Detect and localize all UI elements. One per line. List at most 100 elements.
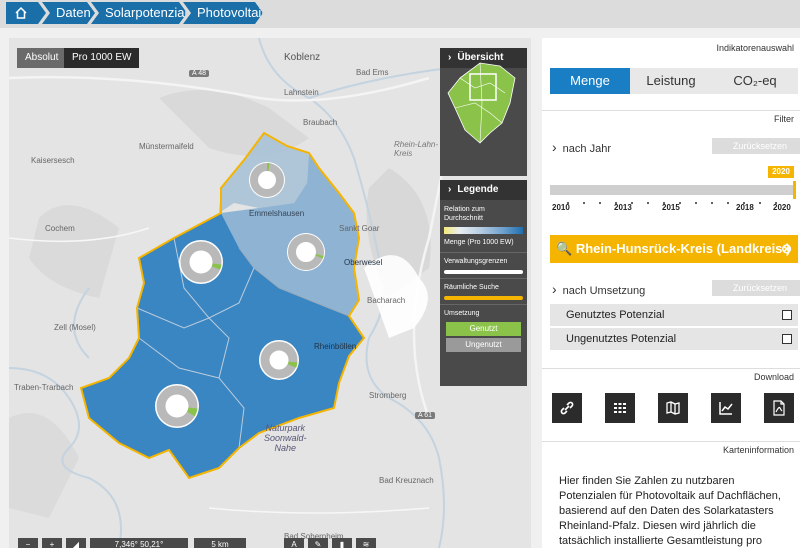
label-zell: Zell (Mosel) [54, 323, 96, 332]
clear-search-icon[interactable]: ⊗ [781, 235, 792, 263]
checkbox-genutzt[interactable] [782, 310, 792, 320]
map-view[interactable]: Absolut Pro 1000 EW Koblenz Bad Ems Lahn… [9, 38, 531, 548]
donut-marker-emmelshausen [287, 233, 325, 271]
legend-genutzt-button[interactable]: Genutzt [446, 322, 521, 336]
bookmark-button[interactable]: ▮ [332, 538, 352, 548]
home-icon [14, 7, 28, 23]
legend-panel: › Legende Relation zum Durchschnitt Menge… [440, 180, 527, 386]
layers-button[interactable]: ≋ [356, 538, 376, 548]
label-kaisersesch: Kaisersesch [31, 156, 75, 165]
label-traben-trarbach: Traben-Trarbach [14, 383, 74, 392]
year-tick-2010: 2010 [552, 203, 570, 212]
label-rheinboellen: Rheinböllen [314, 342, 357, 351]
year-slider-handle[interactable] [793, 181, 796, 199]
label-rhein-lahn-kreis: Rhein-Lahn- Kreis [394, 140, 439, 158]
label-stromberg: Stromberg [369, 391, 407, 400]
legend-umsetzung: Umsetzung [444, 310, 480, 317]
label-bad-kreuznach: Bad Kreuznach [379, 476, 434, 485]
grid-icon [614, 403, 626, 413]
right-panel: Indikatorenauswahl Menge Leistung CO₂-eq… [542, 38, 800, 548]
toggle-absolut[interactable]: Absolut [17, 48, 67, 68]
year-tick-2018: 2018 [736, 203, 754, 212]
download-map-button[interactable] [658, 393, 688, 423]
checkbox-row-ungenutzt[interactable]: Ungenutztes Potenzial [550, 328, 798, 350]
year-selected-badge: 2020 [768, 166, 794, 178]
road-a61: A 61 [415, 412, 436, 419]
chevron-right-icon: › [552, 281, 557, 297]
download-chart-button[interactable] [711, 393, 741, 423]
label-cochem: Cochem [45, 224, 75, 233]
karteninfo-text: Hier finden Sie Zahlen zu nutzbaren Pote… [559, 475, 781, 547]
filter-nach-umsetzung-label: nach Umsetzung [562, 285, 646, 297]
label-oberwesel: Oberwesel [344, 258, 383, 267]
map-icon [666, 401, 680, 415]
toggle-pro-1000-ew[interactable]: Pro 1000 EW [64, 48, 140, 68]
legend-gradient [444, 227, 523, 234]
legend-title: Legende [457, 184, 499, 195]
road-a48: A 48 [189, 70, 210, 77]
checkbox-row-genutzt[interactable]: Genutztes Potenzial [550, 304, 798, 326]
label-muenstermaifeld: Münstermaifeld [139, 142, 194, 151]
checkbox-ungenutzt[interactable] [782, 334, 792, 344]
legend-suche: Räumliche Suche [444, 284, 499, 291]
breadcrumb-photovoltaik[interactable]: Photovoltaik [183, 2, 263, 24]
legend-header[interactable]: › Legende [440, 180, 527, 200]
tab-co2-eq[interactable]: CO₂-eq [712, 68, 798, 94]
legend-verwaltung-line [444, 270, 523, 274]
region-search-value: Rhein-Hunsrück-Kreis (Landkreis ) [575, 241, 791, 256]
legend-suche-line [444, 296, 523, 300]
section-karteninformation: Karteninformation [542, 441, 800, 457]
checkbox-label-genutzt: Genutztes Potenzial [566, 309, 665, 321]
filter-nach-umsetzung[interactable]: › nach Umsetzung [552, 281, 645, 297]
filter-nach-jahr-label: nach Jahr [562, 143, 611, 155]
section-indikatorenauswahl: Indikatorenauswahl [542, 40, 800, 56]
overview-minimap[interactable] [440, 48, 527, 156]
scale-bar: 5 km [194, 538, 246, 548]
overview-panel: › Übersicht [440, 48, 527, 176]
region-search-chip[interactable]: 🔍 Rhein-Hunsrück-Kreis (Landkreis ) ⊗ [550, 235, 798, 263]
label-braubach: Braubach [303, 118, 338, 127]
tab-leistung[interactable]: Leistung [630, 68, 712, 94]
donut-marker-kastellaun [179, 240, 223, 284]
donut-marker-kirchberg [155, 384, 199, 428]
coordinate-readout: 7,346° 50,21° [90, 538, 188, 548]
locate-button[interactable]: ◢ [66, 538, 86, 548]
year-slider-track[interactable] [550, 181, 796, 199]
reset-umsetzung-button[interactable]: Zurücksetzen [712, 280, 800, 296]
zoom-in-button[interactable]: + [42, 538, 62, 548]
filter-nach-jahr[interactable]: › nach Jahr [552, 139, 611, 155]
donut-marker-simmern [259, 340, 299, 380]
draw-button[interactable]: ✎ [308, 538, 328, 548]
label-emmelshausen: Emmelshausen [249, 209, 305, 218]
breadcrumb-home[interactable] [6, 2, 46, 24]
section-download: Download [542, 368, 800, 384]
checkbox-label-ungenutzt: Ungenutztes Potenzial [566, 333, 677, 345]
zoom-out-button[interactable]: − [18, 538, 38, 548]
section-filter: Filter [542, 110, 800, 126]
search-icon: 🔍 [556, 241, 573, 256]
download-pdf-button[interactable] [764, 393, 794, 423]
year-tick-2015: 2015 [662, 203, 680, 212]
legend-ungenutzt-button[interactable]: Ungenutzt [446, 338, 521, 352]
tab-menge[interactable]: Menge [550, 68, 630, 94]
chevron-right-icon: › [552, 139, 557, 155]
breadcrumb-daten[interactable]: Daten [42, 2, 95, 24]
breadcrumb-solarpotenziale[interactable]: Solarpotenziale [91, 2, 187, 24]
download-link-button[interactable] [552, 393, 582, 423]
chevron-right-icon: › [448, 184, 452, 195]
label-lahnstein: Lahnstein [284, 88, 319, 97]
pdf-icon [773, 400, 785, 416]
label-naturpark: Naturpark Soonwald- Nahe [264, 423, 307, 453]
chart-icon [719, 402, 733, 415]
legend-menge: Menge (Pro 1000 EW) [444, 239, 514, 246]
label-koblenz: Koblenz [284, 52, 321, 63]
reset-year-button[interactable]: Zurücksetzen [712, 138, 800, 154]
legend-relation: Relation zum Durchschnitt [444, 206, 485, 222]
label-bad-ems: Bad Ems [356, 68, 389, 77]
year-tick-2020: 2020 [773, 203, 791, 212]
label-sankt-goar: Sankt Goar [339, 224, 380, 233]
download-table-button[interactable] [605, 393, 635, 423]
measure-button[interactable]: A [284, 538, 304, 548]
label-bacharach: Bacharach [367, 296, 406, 305]
year-tick-2013: 2013 [614, 203, 632, 212]
